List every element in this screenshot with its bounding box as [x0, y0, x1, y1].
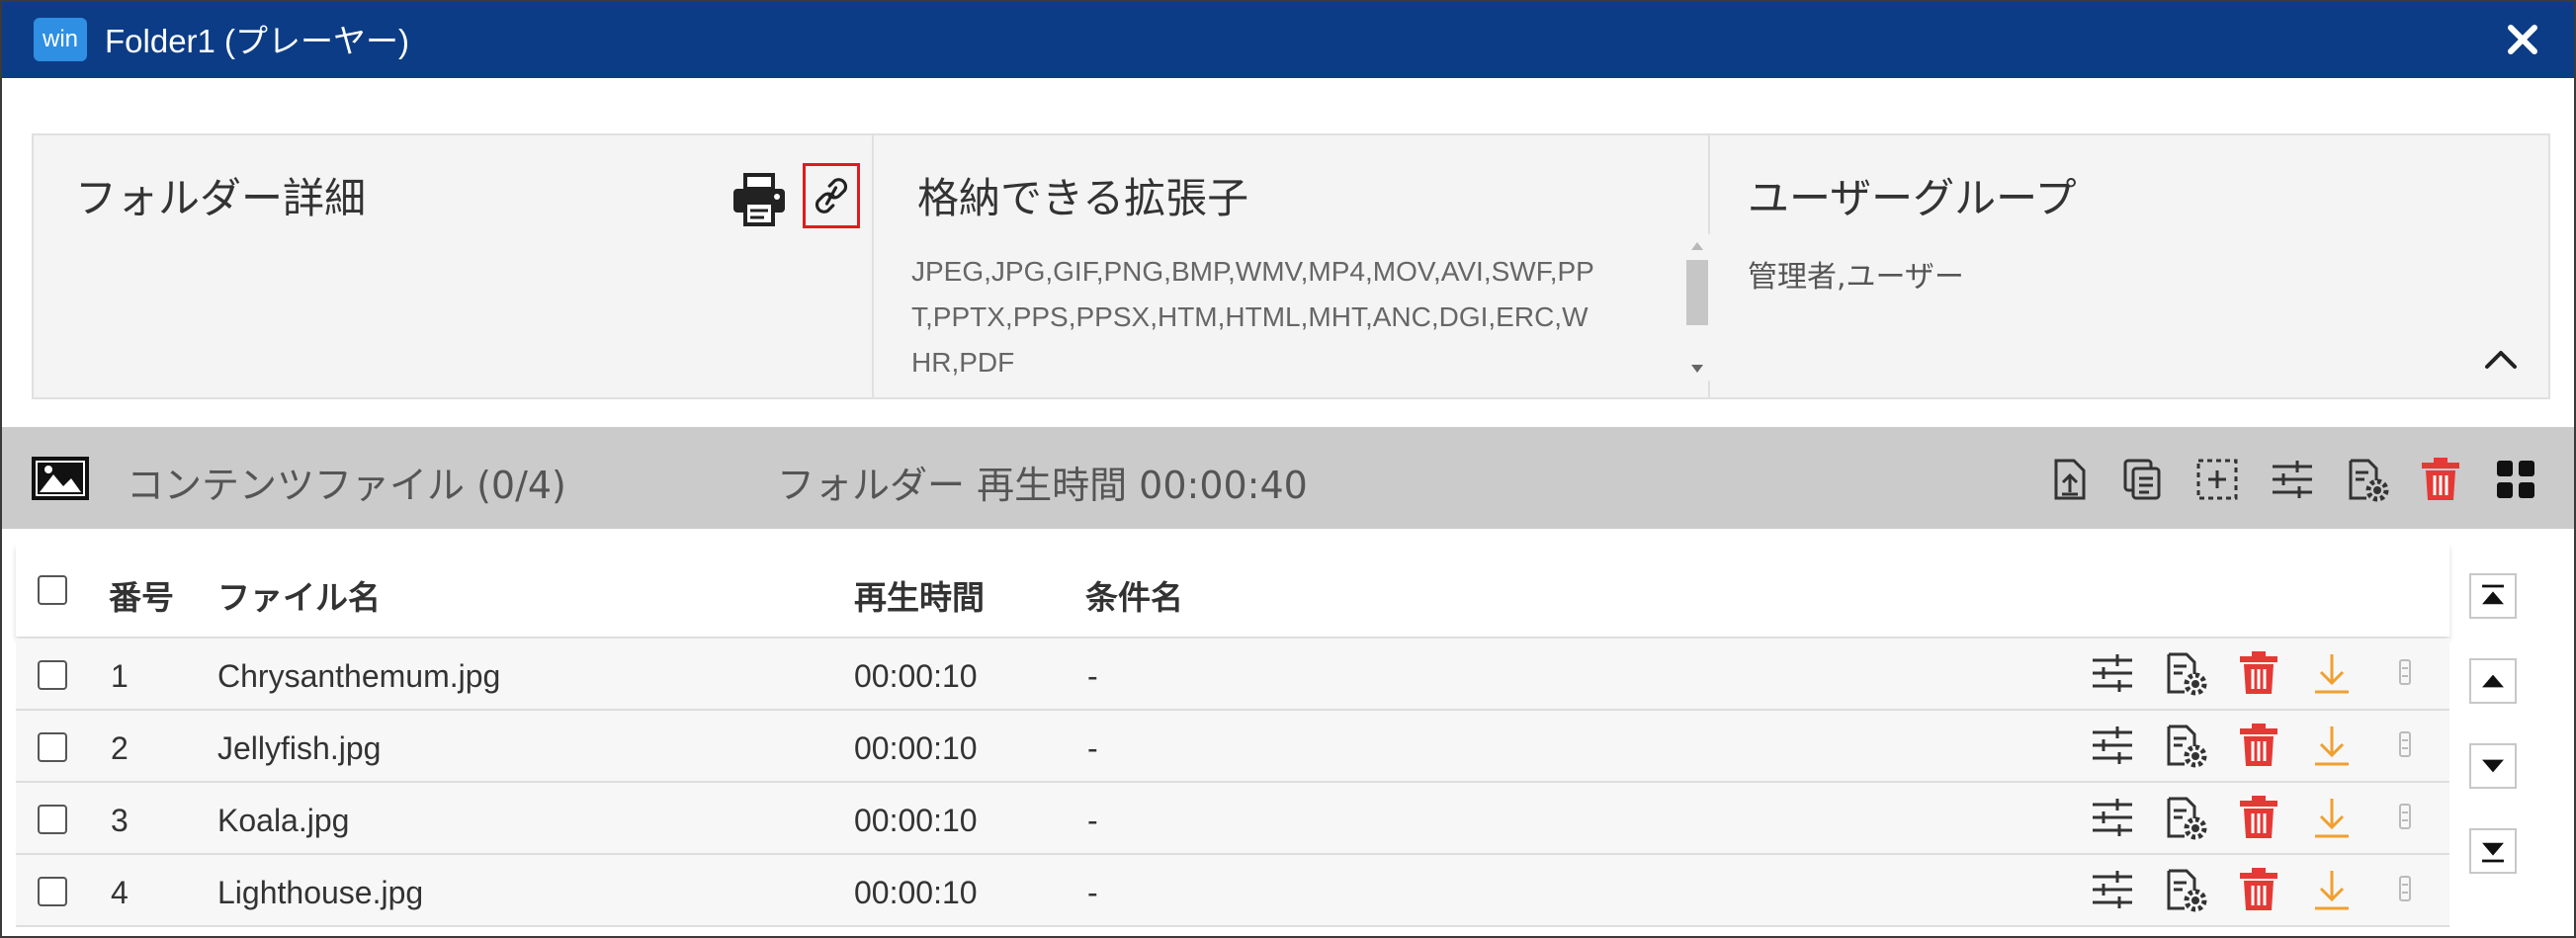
player-window: win Folder1 (プレーヤー) フォルダー詳細 格納できる拡張子 JPE… [0, 0, 2576, 938]
trash-icon[interactable] [2418, 457, 2463, 502]
move-to-bottom-button[interactable] [2469, 828, 2517, 874]
row-condition: - [1087, 875, 1098, 910]
contents-title: コンテンツファイル (0/4) [127, 464, 566, 507]
contents-toolbar: コンテンツファイル (0/4) フォルダー 再生時間 00:00:40 [2, 427, 2574, 529]
select-all-checkbox[interactable] [38, 575, 67, 605]
table-row[interactable]: 1 Chrysanthemum.jpg 00:00:10 - [16, 639, 2449, 711]
row-number: 3 [111, 803, 129, 838]
drag-handle-icon[interactable] [2382, 723, 2428, 768]
move-to-top-button[interactable] [2469, 573, 2517, 619]
row-number: 1 [111, 658, 129, 694]
table-row[interactable]: 3 Koala.jpg 00:00:10 - [16, 783, 2449, 855]
file-settings-icon[interactable] [2163, 650, 2208, 696]
row-filename: Lighthouse.jpg [217, 875, 424, 910]
row-number: 4 [111, 875, 129, 910]
row-checkbox[interactable] [38, 732, 67, 762]
row-filename: Koala.jpg [217, 803, 350, 838]
file-settings-icon[interactable] [2163, 723, 2208, 768]
download-icon[interactable] [2309, 795, 2355, 840]
upload-file-icon[interactable] [2046, 457, 2092, 502]
sliders-icon[interactable] [2090, 650, 2135, 696]
drag-handle-icon[interactable] [2382, 650, 2428, 696]
row-condition: - [1087, 803, 1098, 838]
drag-handle-icon[interactable] [2382, 867, 2428, 912]
link-icon[interactable] [803, 163, 860, 228]
user-group-value: 管理者,ユーザー [1748, 260, 1964, 295]
row-checkbox[interactable] [38, 877, 67, 906]
extensions-section: 格納できる拡張子 JPEG,JPG,GIF,PNG,BMP,WMV,MP4,MO… [874, 135, 1712, 397]
drag-handle-icon[interactable] [2382, 795, 2428, 840]
trash-icon[interactable] [2236, 650, 2281, 696]
row-condition: - [1087, 658, 1098, 694]
contents-table: 番号 ファイル名 再生時間 条件名 1 Chrysanthemum.jpg 00… [16, 544, 2449, 927]
extensions-heading: 格納できる拡張子 [917, 174, 1249, 222]
file-settings-icon[interactable] [2163, 867, 2208, 912]
row-checkbox[interactable] [38, 805, 67, 834]
move-down-button[interactable] [2469, 743, 2517, 789]
download-icon[interactable] [2309, 867, 2355, 912]
select-area-icon[interactable] [2194, 457, 2240, 502]
row-checkbox[interactable] [38, 660, 67, 690]
folder-info-panel: フォルダー詳細 格納できる拡張子 JPEG,JPG,GIF,PNG,BMP,WM… [32, 133, 2550, 399]
row-number: 2 [111, 730, 129, 766]
table-row[interactable]: 4 Lighthouse.jpg 00:00:10 - [16, 855, 2449, 927]
file-settings-icon[interactable] [2163, 795, 2208, 840]
grid-view-icon[interactable] [2493, 457, 2538, 502]
chevron-up-icon[interactable] [2481, 343, 2521, 373]
app-logo: win [34, 18, 87, 61]
header-number: 番号 [109, 578, 174, 617]
user-group-heading: ユーザーグループ [1748, 174, 2077, 222]
close-icon[interactable] [2503, 20, 2542, 59]
sliders-icon[interactable] [2090, 795, 2135, 840]
user-group-section: ユーザーグループ 管理者,ユーザー [1710, 135, 2548, 397]
file-settings-icon[interactable] [2345, 457, 2390, 502]
folder-play-time: フォルダー 再生時間 00:00:40 [777, 464, 1308, 507]
row-play-time: 00:00:10 [854, 875, 978, 910]
download-icon[interactable] [2309, 650, 2355, 696]
extensions-scrollbar[interactable] [1682, 234, 1712, 381]
header-condition: 条件名 [1085, 578, 1183, 617]
print-icon[interactable] [731, 173, 787, 226]
trash-icon[interactable] [2236, 867, 2281, 912]
trash-icon[interactable] [2236, 723, 2281, 768]
header-play-time: 再生時間 [854, 578, 985, 617]
sliders-icon[interactable] [2270, 457, 2315, 502]
folder-detail-section: フォルダー詳細 [34, 135, 874, 397]
row-play-time: 00:00:10 [854, 658, 978, 694]
extensions-list: JPEG,JPG,GIF,PNG,BMP,WMV,MP4,MOV,AVI,SWF… [911, 256, 1594, 378]
move-up-button[interactable] [2469, 658, 2517, 704]
header-filename: ファイル名 [217, 578, 381, 617]
table-row[interactable]: 2 Jellyfish.jpg 00:00:10 - [16, 711, 2449, 783]
sliders-icon[interactable] [2090, 723, 2135, 768]
row-filename: Chrysanthemum.jpg [217, 658, 501, 694]
sliders-icon[interactable] [2090, 867, 2135, 912]
row-filename: Jellyfish.jpg [217, 730, 382, 766]
download-icon[interactable] [2309, 723, 2355, 768]
image-icon [32, 457, 89, 500]
folder-detail-heading: フォルダー詳細 [75, 174, 367, 222]
copy-icon[interactable] [2119, 457, 2165, 502]
trash-icon[interactable] [2236, 795, 2281, 840]
table-header: 番号 ファイル名 再生時間 条件名 [16, 544, 2449, 637]
row-play-time: 00:00:10 [854, 803, 978, 838]
row-condition: - [1087, 730, 1098, 766]
row-play-time: 00:00:10 [854, 730, 978, 766]
title-bar: win Folder1 (プレーヤー) [2, 2, 2574, 78]
window-title: Folder1 (プレーヤー) [105, 23, 410, 59]
